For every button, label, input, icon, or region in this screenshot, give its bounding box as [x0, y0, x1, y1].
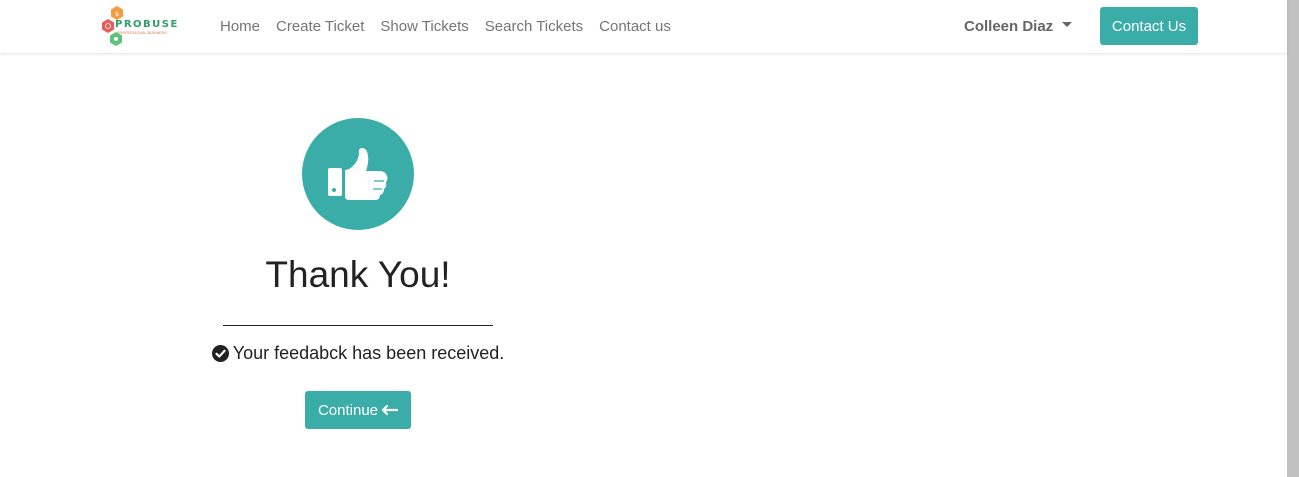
- svg-text:$: $: [115, 11, 119, 18]
- caret-down-icon: [1062, 22, 1073, 27]
- nav-link-contact-us[interactable]: Contact us: [591, 18, 679, 35]
- user-name: Colleen Diaz: [964, 18, 1054, 35]
- continue-label: Continue: [317, 401, 379, 419]
- thumbs-up-badge: [302, 118, 414, 230]
- thank-you-heading: Thank You!: [265, 254, 451, 295]
- arrow-left-icon: [382, 405, 399, 415]
- page: $ PROBUSE PROFESSIONAL BUSINESS Home Cre…: [0, 0, 1299, 477]
- nav-link-search-tickets[interactable]: Search Tickets: [477, 18, 591, 35]
- scrollbar[interactable]: [1287, 0, 1299, 477]
- continue-button[interactable]: Continue: [305, 391, 411, 429]
- nav-link-show-tickets[interactable]: Show Tickets: [372, 18, 476, 35]
- nav-link-create-ticket[interactable]: Create Ticket: [268, 18, 372, 35]
- nav-link-home[interactable]: Home: [212, 18, 268, 35]
- divider: [223, 325, 493, 326]
- feedback-message: Your feedabck has been received.: [208, 343, 508, 364]
- navbar: $ PROBUSE PROFESSIONAL BUSINESS Home Cre…: [0, 0, 1287, 53]
- feedback-message-text: Your feedabck has been received.: [232, 343, 505, 363]
- contact-us-button[interactable]: Contact Us: [1100, 7, 1198, 45]
- user-menu-dropdown[interactable]: Colleen Diaz: [964, 0, 1073, 53]
- brand-logo[interactable]: $ PROBUSE PROFESSIONAL BUSINESS: [100, 6, 180, 48]
- brand-name: PROBUSE: [115, 19, 179, 30]
- check-circle-icon: [211, 345, 229, 362]
- thumbs-up-icon: [328, 148, 388, 200]
- nav-links: Home Create Ticket Show Tickets Search T…: [212, 0, 679, 53]
- brand-tagline: PROFESSIONAL BUSINESS: [117, 31, 167, 35]
